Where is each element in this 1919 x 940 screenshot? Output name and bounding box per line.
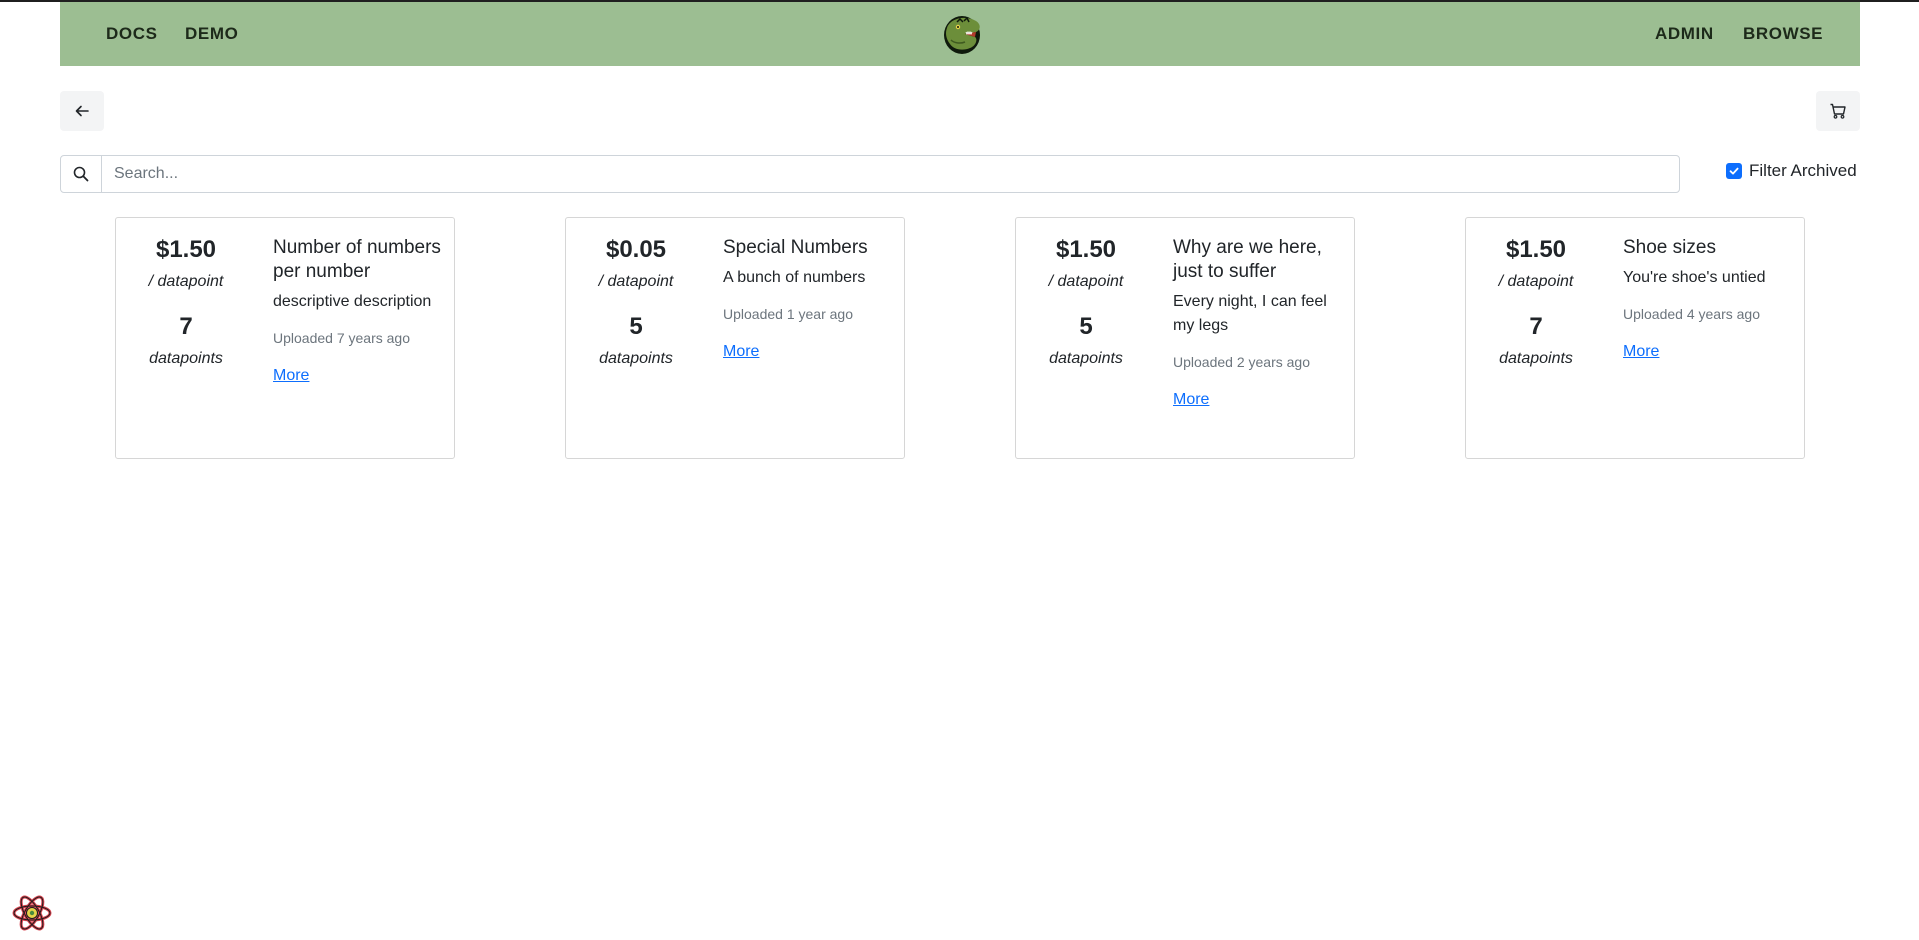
datapoint-count: 5: [1079, 313, 1093, 340]
datapoint-count: 7: [1529, 313, 1543, 340]
datapoint-label: datapoints: [599, 350, 673, 367]
cart-button[interactable]: [1816, 91, 1860, 131]
card-uploaded: Uploaded 1 year ago: [723, 306, 853, 322]
filter-archived-label: Filter Archived: [1749, 161, 1857, 180]
card-title: Shoe sizes: [1623, 237, 1716, 258]
datapoint-label: datapoints: [149, 350, 223, 367]
nav-docs-link[interactable]: DOCS: [106, 2, 158, 66]
dataset-card: $0.05 / datapoint 5 datapoints Special N…: [565, 217, 905, 459]
info-column: Number of numbers per number descriptive…: [273, 236, 448, 385]
dataset-card: $1.50 / datapoint 5 datapoints Why are w…: [1015, 217, 1355, 459]
card-title: Special Numbers: [723, 237, 868, 258]
card-uploaded: Uploaded 4 years ago: [1623, 306, 1760, 322]
cart-icon: [1830, 103, 1846, 119]
search-input[interactable]: [102, 156, 1679, 192]
nav-browse-link[interactable]: BROWSE: [1743, 2, 1823, 66]
price-unit: / datapoint: [598, 273, 674, 290]
navbar: DOCS DEMO ADMIN BROWSE: [60, 2, 1860, 66]
info-column: Why are we here, just to suffer Every ni…: [1173, 236, 1348, 409]
more-link[interactable]: More: [1173, 391, 1209, 409]
datapoint-label: datapoints: [1049, 350, 1123, 367]
filter-archived-checkbox[interactable]: [1726, 163, 1742, 179]
nav-demo-link[interactable]: DEMO: [185, 2, 238, 66]
datapoint-label: datapoints: [1499, 350, 1573, 367]
react-devtools-icon[interactable]: [11, 892, 53, 934]
price: $0.05: [605, 236, 667, 263]
card-uploaded: Uploaded 7 years ago: [273, 330, 410, 346]
price: $1.50: [1055, 236, 1117, 263]
nav-admin-link[interactable]: ADMIN: [1655, 2, 1714, 66]
price: $1.50: [1505, 236, 1567, 263]
dinosaur-logo-icon[interactable]: [938, 10, 986, 58]
search-icon: [73, 166, 89, 182]
price: $1.50: [155, 236, 217, 263]
card-title: Why are we here, just to suffer: [1173, 237, 1322, 282]
more-link[interactable]: More: [1623, 343, 1659, 361]
price-unit: / datapoint: [1048, 273, 1124, 290]
card-description: A bunch of numbers: [723, 269, 866, 286]
card-uploaded: Uploaded 2 years ago: [1173, 354, 1310, 370]
price-unit: / datapoint: [1498, 273, 1574, 290]
back-button[interactable]: [60, 91, 104, 131]
card-title: Number of numbers per number: [273, 237, 441, 282]
more-link[interactable]: More: [723, 343, 759, 361]
checkmark-icon: [1729, 167, 1739, 175]
datapoint-count: 7: [179, 313, 193, 340]
filter-archived-toggle[interactable]: Filter Archived: [1726, 160, 1857, 182]
arrow-left-icon: [75, 105, 89, 117]
datapoint-count: 5: [629, 313, 643, 340]
price-unit: / datapoint: [148, 273, 224, 290]
dataset-card: $1.50 / datapoint 7 datapoints Shoe size…: [1465, 217, 1805, 459]
info-column: Shoe sizes You're shoe's untied Uploaded…: [1623, 236, 1798, 361]
more-link[interactable]: More: [273, 367, 309, 385]
info-column: Special Numbers A bunch of numbers Uploa…: [723, 236, 898, 361]
search-icon-box: [61, 156, 102, 192]
search-bar: [60, 155, 1680, 193]
card-description: descriptive description: [273, 293, 432, 310]
card-description: Every night, I can feel my legs: [1173, 293, 1327, 334]
dataset-card: $1.50 / datapoint 7 datapoints Number of…: [115, 217, 455, 459]
card-description: You're shoe's untied: [1623, 269, 1766, 286]
